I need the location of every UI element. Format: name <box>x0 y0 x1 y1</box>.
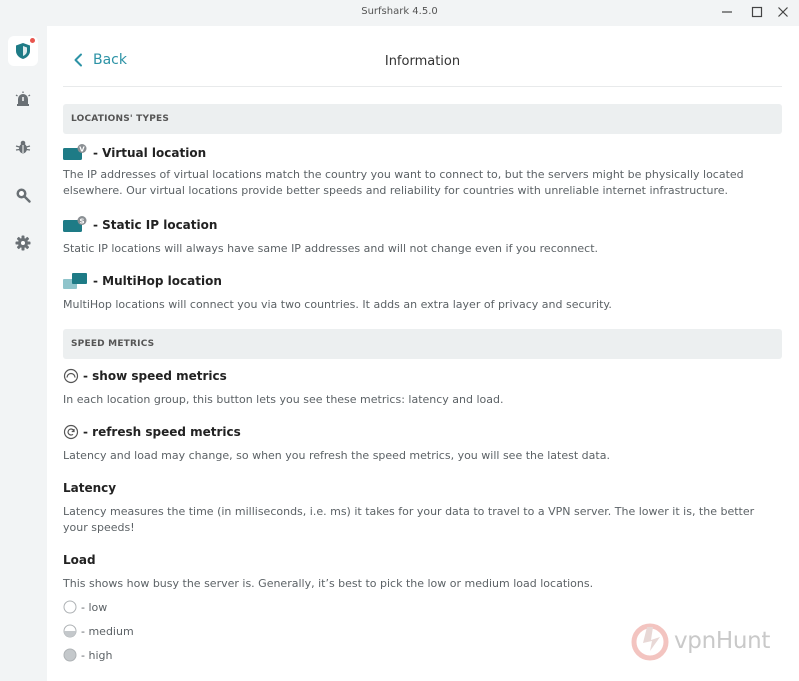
title-bar: Surfshark 4.5.0 <box>0 0 799 26</box>
load-heading: Load <box>63 553 96 567</box>
window-title: Surfshark 4.5.0 <box>361 6 438 17</box>
settings-gear-icon <box>15 235 31 251</box>
virtual-location-description: The IP addresses of virtual locations ma… <box>63 168 744 197</box>
refresh-speed-metrics-description: Latency and load may change, so when you… <box>63 449 610 462</box>
refresh-speed-metrics-title: - refresh speed metrics <box>63 424 241 440</box>
load-description: This shows how busy the server is. Gener… <box>63 577 594 590</box>
page-header: Back Information <box>63 26 782 87</box>
load-high-icon <box>63 648 77 662</box>
main-panel: Back Information LOCATIONS' TYPES V - Vi… <box>47 26 799 681</box>
show-speed-metrics-label: - show speed metrics <box>83 369 227 383</box>
sidebar-item-search[interactable] <box>8 180 38 210</box>
minimize-button[interactable] <box>710 2 744 22</box>
load-low-icon <box>63 600 77 614</box>
load-level-low: - low <box>63 600 107 614</box>
vpn-shield-icon <box>16 43 30 59</box>
latency-description: Latency measures the time (in millisecon… <box>63 505 755 534</box>
close-button[interactable] <box>766 2 799 22</box>
sidebar-item-vpn[interactable] <box>8 36 38 66</box>
close-icon <box>778 7 788 17</box>
section-header-speed-metrics: SPEED METRICS <box>63 329 782 359</box>
multihop-location-icon <box>63 273 87 289</box>
load-high-label: - high <box>81 648 113 662</box>
watermark-logo-icon <box>631 623 669 661</box>
show-speed-metrics-title: - show speed metrics <box>63 368 227 384</box>
static-badge-letter: S <box>79 217 84 225</box>
watermark: vpnHunt <box>630 621 770 661</box>
static-ip-location-label: - Static IP location <box>93 218 218 232</box>
bug-icon <box>15 140 31 154</box>
load-medium-icon <box>63 624 77 638</box>
search-icon <box>16 188 31 203</box>
refresh-icon <box>63 424 79 440</box>
load-low-label: - low <box>81 600 108 614</box>
sidebar-item-antivirus[interactable] <box>8 132 38 162</box>
virtual-location-label: - Virtual location <box>93 146 207 160</box>
speed-gauge-icon <box>63 368 79 384</box>
show-speed-metrics-description: In each location group, this button lets… <box>63 393 504 406</box>
static-ip-location-title: S - Static IP location <box>63 216 217 234</box>
multihop-location-title: - MultiHop location <box>63 272 222 290</box>
section-header-locations-types: LOCATIONS' TYPES <box>63 104 782 134</box>
multihop-location-label: - MultiHop location <box>93 274 222 288</box>
virtual-location-title: V - Virtual location <box>63 144 206 162</box>
sidebar <box>0 26 47 681</box>
alert-icon <box>15 91 31 106</box>
load-level-high: - high <box>63 648 112 662</box>
multihop-location-description: MultiHop locations will connect you via … <box>63 298 612 311</box>
virtual-location-icon: V <box>63 144 87 160</box>
static-ip-location-icon: S <box>63 216 87 232</box>
static-ip-location-description: Static IP locations will always have sam… <box>63 242 599 255</box>
section-label: SPEED METRICS <box>71 339 155 349</box>
section-label: LOCATIONS' TYPES <box>71 114 170 124</box>
refresh-speed-metrics-label: - refresh speed metrics <box>83 425 241 439</box>
load-medium-label: - medium <box>81 624 134 638</box>
sidebar-item-settings[interactable] <box>8 228 38 258</box>
notification-dot <box>30 38 35 43</box>
load-level-medium: - medium <box>63 624 134 638</box>
latency-heading: Latency <box>63 481 117 495</box>
page-title: Information <box>384 54 461 69</box>
virtual-badge-letter: V <box>79 145 85 153</box>
maximize-icon <box>751 6 763 18</box>
watermark-text: vpnHunt <box>674 628 771 654</box>
minimize-icon <box>722 11 732 13</box>
sidebar-item-alert[interactable] <box>8 84 38 114</box>
